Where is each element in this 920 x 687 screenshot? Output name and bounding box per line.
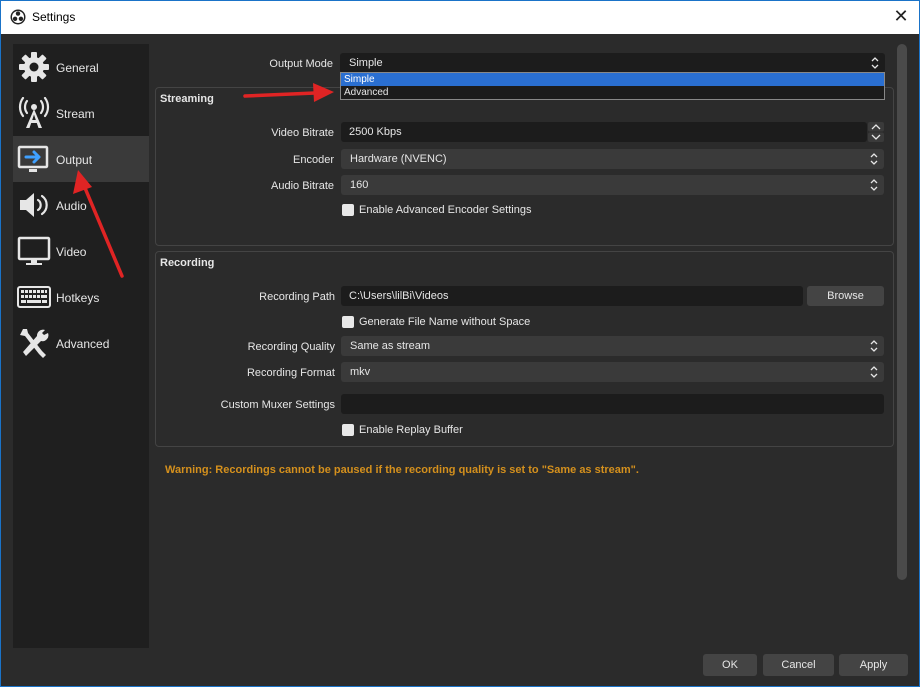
window-title: Settings [32,10,76,24]
checkbox-box[interactable] [342,424,354,436]
sidebar-item-label: Hotkeys [56,291,100,305]
streaming-group-title: Streaming [160,93,214,105]
video-bitrate-value: 2500 Kbps [349,126,402,138]
recording-quality-select[interactable]: Same as stream [341,336,884,356]
output-mode-option-simple[interactable]: Simple [341,73,884,86]
speaker-icon [20,193,48,217]
output-icon [17,145,49,172]
settings-sidebar: General Stream Output Audio Video Hotkey… [13,44,149,648]
checkbox-label: Enable Replay Buffer [359,424,463,436]
custom-muxer-input[interactable] [341,394,884,414]
keyboard-icon [17,286,51,308]
checkbox-box[interactable] [342,316,354,328]
recording-path-label: Recording Path [259,291,335,303]
encoder-value: Hardware (NVENC) [350,153,447,165]
cancel-button[interactable]: Cancel [763,654,834,676]
chevron-updown-icon [870,153,878,165]
close-button[interactable]: ✕ [891,7,911,27]
sidebar-item-advanced[interactable]: Advanced [13,320,149,366]
pause-warning-text: Warning: Recordings cannot be paused if … [165,464,639,476]
custom-muxer-label: Custom Muxer Settings [220,399,335,411]
chevron-updown-icon [870,366,878,378]
output-mode-option-advanced[interactable]: Advanced [341,86,884,99]
sidebar-item-audio[interactable]: Audio [13,182,149,228]
advanced-encoder-checkbox[interactable]: Enable Advanced Encoder Settings [342,203,642,219]
output-mode-value: Simple [349,57,383,69]
title-bar: Settings ✕ [1,1,919,34]
checkbox-label: Generate File Name without Space [359,316,531,328]
output-mode-dropdown[interactable]: Simple Advanced [340,72,885,100]
recording-quality-label: Recording Quality [247,341,335,353]
sidebar-item-label: Video [56,245,87,259]
chevron-updown-icon [870,340,878,352]
chevron-updown-icon [871,57,879,69]
scrollbar-thumb[interactable] [897,44,907,580]
sidebar-item-label: Output [56,153,93,167]
broadcast-icon [18,97,50,128]
recording-path-input[interactable]: C:\Users\lilBi\Videos [341,286,803,306]
sidebar-item-hotkeys[interactable]: Hotkeys [13,274,149,320]
recording-path-value: C:\Users\lilBi\Videos [349,290,449,302]
apply-button[interactable]: Apply [839,654,908,676]
recording-format-label: Recording Format [246,367,335,379]
obs-logo-icon [10,9,26,25]
recording-quality-value: Same as stream [350,340,431,352]
browse-button[interactable]: Browse [807,286,884,306]
gear-icon [19,52,49,82]
video-bitrate-input[interactable]: 2500 Kbps [341,122,867,142]
video-bitrate-spinner-icon[interactable] [868,122,884,142]
sidebar-item-label: Advanced [56,337,110,351]
recording-format-select[interactable]: mkv [341,362,884,382]
no-space-filename-checkbox[interactable]: Generate File Name without Space [342,315,642,331]
audio-bitrate-select[interactable]: 160 [341,175,884,195]
output-mode-select[interactable]: Simple [340,53,885,73]
checkbox-label: Enable Advanced Encoder Settings [359,204,532,216]
sidebar-item-video[interactable]: Video [13,228,149,274]
audio-bitrate-value: 160 [350,179,369,191]
checkbox-box[interactable] [342,204,354,216]
audio-bitrate-label: Audio Bitrate [271,180,334,192]
sidebar-item-output[interactable]: Output [13,136,149,182]
encoder-label: Encoder [293,154,334,166]
sidebar-item-label: Audio [56,199,87,213]
monitor-icon [17,236,51,265]
ok-button[interactable]: OK [703,654,757,676]
encoder-select[interactable]: Hardware (NVENC) [341,149,884,169]
recording-format-value: mkv [350,366,371,378]
replay-buffer-checkbox[interactable]: Enable Replay Buffer [342,423,642,439]
recording-group-title: Recording [160,257,215,269]
sidebar-item-label: Stream [56,107,95,121]
video-bitrate-label: Video Bitrate [271,127,334,139]
tools-icon [20,329,49,358]
chevron-updown-icon [870,179,878,191]
sidebar-item-stream[interactable]: Stream [13,90,149,136]
sidebar-item-general[interactable]: General [13,44,149,90]
sidebar-item-label: General [56,61,99,75]
settings-scrollbar[interactable] [896,44,908,580]
settings-window: Settings ✕ General Stream Output Audio V… [0,0,920,687]
output-mode-label: Output Mode [269,58,333,70]
